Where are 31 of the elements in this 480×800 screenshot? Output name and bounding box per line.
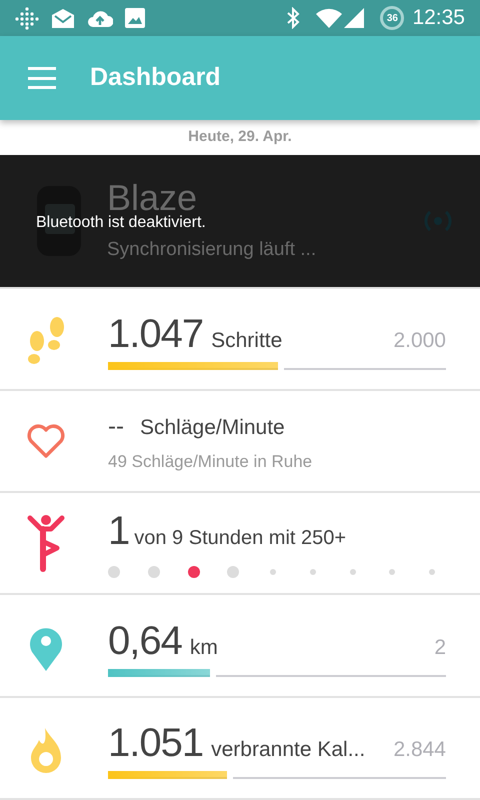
stat-unit: km xyxy=(190,634,218,661)
stat-unit: verbrannte Kal... xyxy=(211,736,366,763)
stat-value: 1 xyxy=(108,508,130,554)
screen-title: Dashboard xyxy=(90,62,221,94)
stat-value: 0,64 xyxy=(108,618,182,665)
image-icon xyxy=(125,8,145,28)
clock-time: 12:35 xyxy=(412,5,465,32)
cloud-upload-icon xyxy=(87,8,113,28)
stat-unit: von 9 Stunden mit 250+ xyxy=(134,526,346,552)
stat-value: 1.047 xyxy=(108,311,204,358)
wifi-icon xyxy=(316,8,342,28)
stat-unit: Schritte xyxy=(211,328,282,354)
snackbar-message: Bluetooth ist deaktiviert. xyxy=(36,213,206,233)
goal-value: 2.844 xyxy=(392,736,446,763)
stat-value: -- xyxy=(108,412,124,442)
dots-logo-icon xyxy=(15,6,39,30)
person-icon xyxy=(27,514,65,572)
date-label: Heute, 29. Apr. xyxy=(188,127,292,148)
goal-value: 2 xyxy=(433,634,446,661)
battery-indicator: 36 xyxy=(380,6,404,30)
mail-icon xyxy=(51,7,75,29)
goal-value: 2.000 xyxy=(392,328,446,354)
flame-icon xyxy=(28,726,64,774)
menu-icon[interactable] xyxy=(28,67,56,89)
sync-status: Synchronisierung läuft ... xyxy=(107,238,316,262)
resting-heart-rate: 49 Schläge/Minute in Ruhe xyxy=(108,450,314,473)
heart-icon xyxy=(26,423,66,460)
bluetooth-icon xyxy=(286,7,300,29)
signal-icon xyxy=(344,8,364,28)
stat-value: 1.051 xyxy=(108,720,204,767)
stat-unit: Schläge/Minute xyxy=(140,414,285,441)
